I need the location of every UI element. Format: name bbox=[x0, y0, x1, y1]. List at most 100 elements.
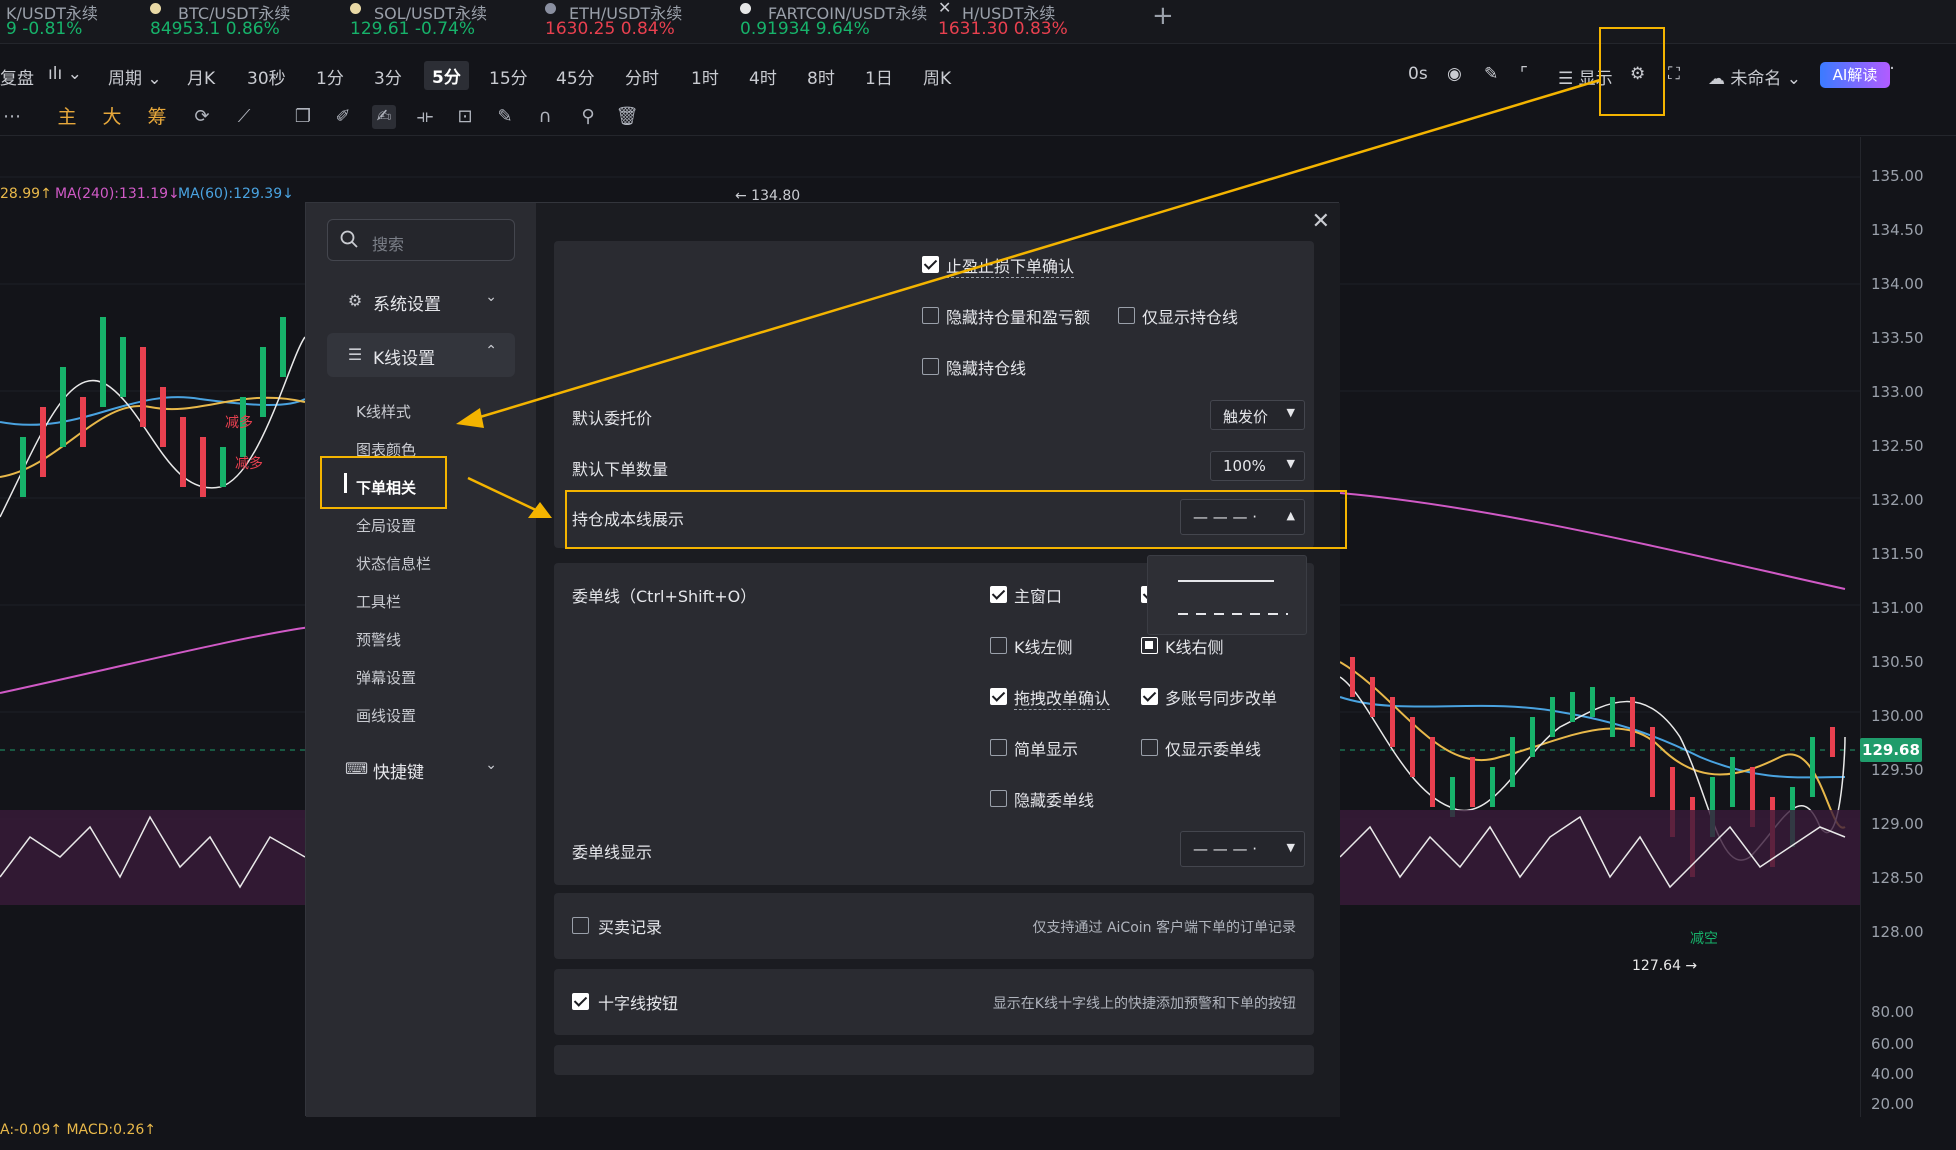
multi-sync-checkbox[interactable] bbox=[1141, 688, 1158, 705]
price-axis[interactable]: 135.00 134.50 134.00 133.50 133.00 132.5… bbox=[1860, 137, 1924, 1117]
close-tab-icon[interactable]: ✕ bbox=[938, 0, 951, 17]
highlight-settings-icon bbox=[1599, 27, 1665, 116]
only-pos-line-checkbox[interactable] bbox=[1118, 307, 1135, 324]
countdown-label: 0s bbox=[1408, 64, 1428, 84]
close-icon[interactable]: ✕ bbox=[1312, 209, 1330, 234]
only-pos-line-label: 仅显示持仓线 bbox=[1142, 308, 1239, 327]
add-tab-icon[interactable]: + bbox=[1152, 2, 1174, 30]
interval-1m[interactable]: 1分 bbox=[316, 64, 344, 89]
sidebar-item-status-bar[interactable]: 状态信息栏 bbox=[356, 553, 431, 574]
keyboard-icon: ⌨ bbox=[345, 759, 369, 778]
interval-3m[interactable]: 3分 bbox=[374, 64, 402, 89]
edit-icon[interactable]: ✎ bbox=[493, 105, 517, 129]
ticker-price: 129.61 -0.74% bbox=[350, 19, 476, 39]
trash-icon[interactable]: 🗑 bbox=[615, 105, 639, 129]
camera-icon[interactable]: ◉ bbox=[1447, 64, 1462, 84]
interval-month[interactable]: 月K bbox=[187, 64, 215, 89]
caret-down-icon: ▼ bbox=[1286, 406, 1295, 419]
sidebar-item-danmaku[interactable]: 弹幕设置 bbox=[356, 667, 416, 688]
order-line-title: 委单线（Ctrl+Shift+O） bbox=[572, 587, 757, 606]
select-value: 触发价 bbox=[1223, 408, 1269, 426]
interval-15m[interactable]: 15分 bbox=[489, 64, 528, 89]
sidebar-item-drawing[interactable]: 画线设置 bbox=[356, 705, 416, 726]
sync-icon[interactable]: ⟳ bbox=[190, 105, 214, 129]
kline-left-checkbox[interactable] bbox=[990, 637, 1007, 654]
layout-name-dropdown[interactable]: ☁ 未命名 ⌄ bbox=[1708, 64, 1801, 89]
axis-tick: 129.50 bbox=[1871, 761, 1924, 779]
interval-45m[interactable]: 45分 bbox=[556, 64, 595, 89]
group-system-settings[interactable]: ⚙ 系统设置 ⌄ bbox=[327, 279, 515, 323]
draw-line-icon[interactable]: ✍ bbox=[372, 105, 396, 129]
drag-confirm-checkbox[interactable] bbox=[990, 688, 1007, 705]
hide-pos-line-checkbox[interactable] bbox=[922, 358, 939, 375]
big-order-button[interactable]: 大 bbox=[100, 105, 124, 129]
axis-tick: 132.00 bbox=[1871, 491, 1924, 509]
simple-display-checkbox[interactable] bbox=[990, 739, 1007, 756]
interval-timeline[interactable]: 分时 bbox=[625, 64, 659, 89]
axis-tick: 129.00 bbox=[1871, 815, 1924, 833]
trading-app: K/USDT永续 9 -0.81% BTC/USDT永续 84953.1 0.8… bbox=[0, 0, 1956, 1150]
only-order-line-checkbox[interactable] bbox=[1141, 739, 1158, 756]
sidebar-item-kline-style[interactable]: K线样式 bbox=[356, 401, 411, 422]
default-qty-select[interactable]: 100% ▼ bbox=[1210, 451, 1305, 481]
default-price-select[interactable]: 触发价 ▼ bbox=[1210, 400, 1305, 430]
interval-1h[interactable]: 1时 bbox=[691, 64, 719, 89]
group-hotkeys[interactable]: ⌨ 快捷键 ⌄ bbox=[327, 747, 515, 791]
axis-tick: 131.50 bbox=[1871, 545, 1924, 563]
crosshair-hint: 显示在K线十字线上的快捷添加预警和下单的按钮 bbox=[992, 996, 1296, 1012]
brush-icon[interactable]: ✐ bbox=[331, 105, 355, 129]
fullscreen-icon[interactable]: ⛶ bbox=[1668, 64, 1680, 84]
main-indicator-button[interactable]: 主 bbox=[55, 105, 79, 129]
settings-search-input[interactable]: 搜索 bbox=[327, 219, 515, 261]
interval-1d[interactable]: 1日 bbox=[865, 64, 893, 89]
filter-icon[interactable]: ⚲ bbox=[576, 105, 600, 129]
hide-order-line-checkbox[interactable] bbox=[990, 790, 1007, 807]
period-dropdown[interactable]: 周期 ⌄ bbox=[108, 64, 162, 89]
interval-5m[interactable]: 5分 bbox=[424, 61, 469, 90]
main-window-checkbox[interactable] bbox=[990, 586, 1007, 603]
ruler-icon[interactable]: ⟋ bbox=[232, 105, 256, 129]
group-kline-settings[interactable]: ☰ K线设置 ⌃ bbox=[327, 333, 515, 377]
interval-30s[interactable]: 30秒 bbox=[247, 64, 286, 89]
dashed-line-icon bbox=[1178, 613, 1288, 615]
settings-dialog: 搜索 ⚙ 系统设置 ⌄ ☰ K线设置 ⌃ K线样式 图表颜色 下单相关 全局设置… bbox=[305, 202, 1340, 1117]
group-label: K线设置 bbox=[373, 349, 436, 369]
sidebar-item-toolbar[interactable]: 工具栏 bbox=[356, 591, 401, 612]
dashed-line-option[interactable] bbox=[1178, 606, 1288, 622]
settings-content[interactable]: ✕ 止盈止损下单确认 隐藏持仓量和盈亏额 仅显示持仓线 隐藏持仓线 默认委托价 … bbox=[536, 203, 1340, 1117]
more-icon[interactable]: ⋯ bbox=[0, 105, 24, 129]
order-line-display-select[interactable]: — — — · ▼ bbox=[1180, 831, 1305, 867]
magnet-icon[interactable]: ∩ bbox=[533, 105, 557, 129]
group-label: 系统设置 bbox=[373, 295, 441, 315]
chips-button[interactable]: 筹 bbox=[145, 105, 169, 129]
main-window-label: 主窗口 bbox=[1014, 587, 1063, 606]
sidebar-item-global[interactable]: 全局设置 bbox=[356, 515, 416, 536]
kline-right-label: K线右侧 bbox=[1165, 638, 1224, 657]
ma-legend-item: MA(240):131.19↓ bbox=[55, 186, 180, 202]
gear-icon: ⚙ bbox=[347, 291, 363, 310]
sidebar-item-alert-line[interactable]: 预警线 bbox=[356, 629, 401, 650]
hide-pos-pnl-checkbox[interactable] bbox=[922, 307, 939, 324]
interval-4h[interactable]: 4时 bbox=[749, 64, 777, 89]
trade-record-label: 买卖记录 bbox=[598, 918, 663, 937]
trade-record-checkbox[interactable] bbox=[572, 917, 589, 934]
crop-icon[interactable]: ⌜ bbox=[1520, 64, 1528, 84]
lock-icon[interactable]: ⊡ bbox=[453, 105, 477, 129]
tp-sl-confirm-checkbox[interactable] bbox=[922, 256, 939, 273]
interval-week[interactable]: 周K bbox=[923, 64, 951, 89]
measure-icon[interactable]: ⟛ bbox=[413, 105, 437, 129]
ai-interpret-button[interactable]: AI解读 bbox=[1820, 62, 1890, 88]
default-qty-label: 默认下单数量 bbox=[572, 460, 669, 479]
interval-8h[interactable]: 8时 bbox=[807, 64, 835, 89]
kline-right-checkbox[interactable] bbox=[1141, 637, 1158, 654]
highlight-order-menu bbox=[320, 456, 447, 509]
kline-left-label: K线左侧 bbox=[1014, 638, 1073, 657]
short-marker: 减空 bbox=[1690, 931, 1718, 947]
solid-line-option[interactable] bbox=[1178, 568, 1274, 584]
crosshair-checkbox[interactable] bbox=[572, 993, 589, 1010]
replay-button[interactable]: 复盘 bbox=[0, 64, 34, 89]
pencil-icon[interactable]: ✎ bbox=[1484, 64, 1498, 84]
copy-icon[interactable]: ❐ bbox=[291, 105, 315, 129]
candle-type-icon[interactable]: ılı ⌄ bbox=[48, 64, 82, 84]
coin-icon bbox=[350, 3, 361, 14]
